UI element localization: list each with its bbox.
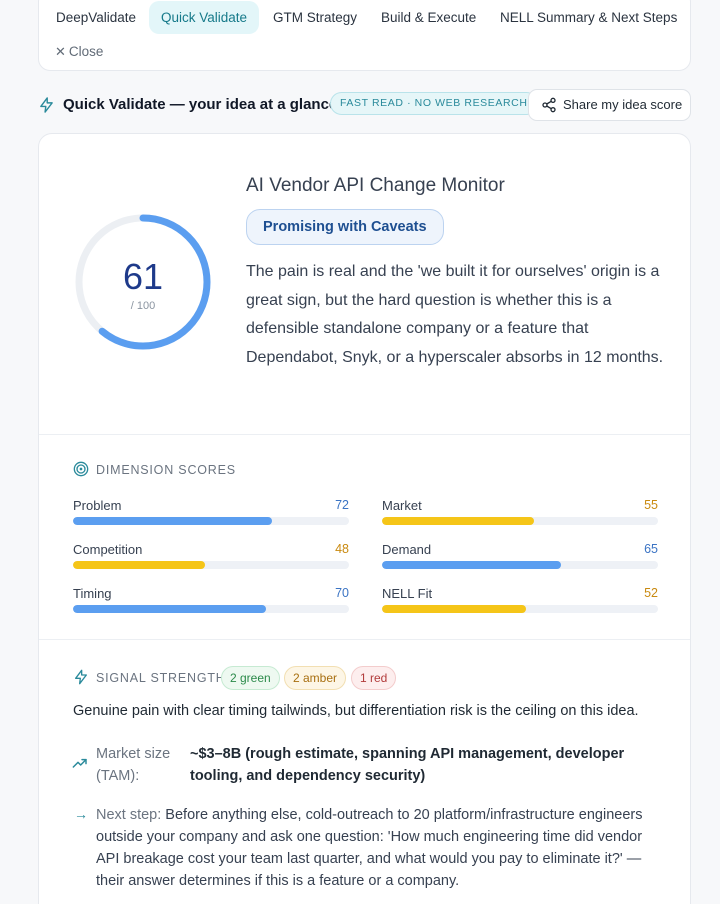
tab-nell-summary[interactable]: NELL Summary & Next Steps [488,1,689,34]
dimension-track [73,605,349,613]
dimension-value: 52 [644,586,658,600]
score-value: 61 [122,256,164,297]
dimension-bar [73,561,206,569]
signal-strength-heading: SIGNAL STRENGTH [96,671,226,685]
dimension-bar [73,605,267,613]
idea-title: AI Vendor API Change Monitor [246,175,505,196]
section-header: Quick Validate — your idea at a glance F… [38,89,691,121]
target-icon [73,461,89,477]
dimension-value: 65 [644,542,658,556]
signal-summary: Genuine pain with clear timing tailwinds… [73,703,639,719]
dimension-bar [382,517,534,525]
red-signal-badge: 1 red [351,666,397,690]
close-label: Close [68,44,104,59]
dimension-scores-heading: DIMENSION SCORES [96,463,236,477]
dimension-competition: Competition 48 [73,542,349,578]
next-step-text: Before anything else, cold-outreach to 2… [96,807,643,889]
next-step: Next step: Before anything else, cold-ou… [96,804,666,892]
tam-label: Market size (TAM): [96,746,171,784]
arrow-right-icon: → [74,806,88,822]
tab-gtm-strategy[interactable]: GTM Strategy [261,1,369,34]
close-button[interactable]: ✕ Close [55,44,103,60]
lightning-icon [75,669,87,685]
dimension-track [73,561,349,569]
result-card: 61 / 100 AI Vendor API Change Monitor Pr… [38,133,691,904]
dimension-label: Problem [73,498,122,513]
lightning-icon [40,97,53,113]
tab-deepvalidate[interactable]: DeepValidate [44,1,148,34]
dimension-value: 48 [335,542,349,556]
trending-up-icon [72,758,87,768]
dimension-timing: Timing 70 [73,586,349,622]
share-label: Share my idea score [563,97,683,112]
tab-build-execute[interactable]: Build & Execute [369,1,488,34]
score-max: / 100 [130,300,156,312]
share-score-button[interactable]: Share my idea score [528,89,691,121]
dimension-value: 70 [335,586,349,600]
dimension-label: NELL Fit [382,586,433,601]
share-icon [542,97,556,113]
verdict-badge: Promising with Caveats [246,209,444,245]
dimension-track [382,561,658,569]
score-summary: The pain is real and the 'we built it fo… [246,263,664,366]
dimension-bar [73,517,272,525]
dimension-nell-fit: NELL Fit 52 [382,586,658,622]
dimension-problem: Problem 72 [73,498,349,534]
tab-bar: DeepValidate Quick Validate GTM Strategy… [38,0,691,71]
dimension-bar [382,605,526,613]
dimension-value: 72 [335,498,349,512]
dimension-demand: Demand 65 [382,542,658,578]
tab-quick-validate[interactable]: Quick Validate [149,1,260,34]
divider [39,639,690,640]
dimension-track [382,517,658,525]
dimension-label: Demand [382,542,432,557]
dimension-label: Market [382,498,422,513]
dimension-label: Competition [73,542,143,557]
amber-signal-badge: 2 amber [284,666,347,690]
dimension-track [382,605,658,613]
dimension-bar [382,561,562,569]
divider [39,434,690,435]
green-signal-badge: 2 green [221,666,280,690]
page-title: Quick Validate — your idea at a glance [63,96,338,113]
dimension-market: Market 55 [382,498,658,534]
fast-read-badge: FAST READ · NO WEB RESEARCH [330,92,538,115]
dimension-value: 55 [644,498,658,512]
dimension-track [73,517,349,525]
next-step-label: Next step: [96,807,162,823]
tam-value: ~$3–8B (rough estimate, spanning API man… [190,746,625,784]
close-icon: ✕ [55,44,66,59]
dimension-label: Timing [73,586,112,601]
